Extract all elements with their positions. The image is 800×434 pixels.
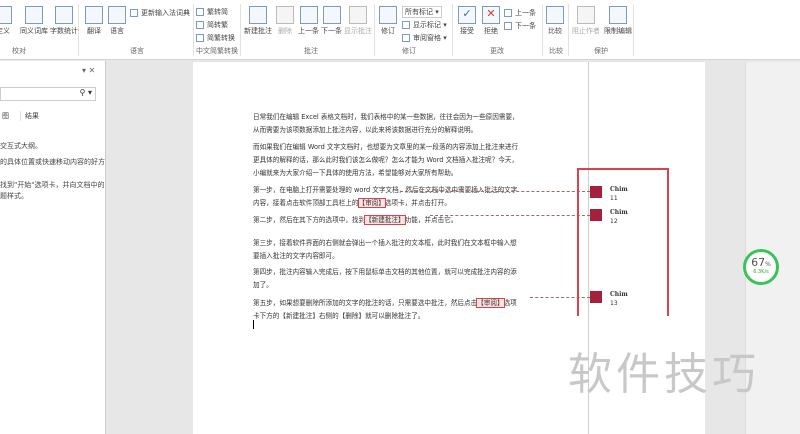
next-comment-button[interactable]: 下一条 (321, 6, 342, 36)
paragraph-1: 日常我们在编辑 Excel 表格文档时，我们表格中的某一些数据，往往会因为一些原… (253, 113, 519, 134)
check-icon: ✓ (458, 6, 476, 24)
delete-comment-button[interactable]: 删除 (276, 6, 294, 36)
compare-icon (546, 6, 564, 24)
block-authors-button[interactable]: 阻止作者 (572, 6, 600, 36)
show-markup-button[interactable]: 显示标记 ▾ (402, 20, 447, 30)
group-label-proofing: 校对 (12, 47, 26, 55)
word-count-button[interactable]: 字数统计 (50, 6, 78, 36)
highlight-review: 【审阅】 (476, 298, 505, 308)
search-icon: ⚲ ▾ (79, 88, 92, 97)
text-cursor (253, 320, 254, 329)
reject-x-icon: ✕ (482, 6, 500, 24)
block-user-icon (577, 6, 595, 24)
step-1: 第一步，在电脑上打开需要处理的 word 文字文档，然后在文档中选中需要插入批注… (253, 186, 518, 208)
convert-icon (196, 34, 204, 42)
define-icon (0, 6, 12, 24)
markup-select[interactable]: 所有标记 ▾ (402, 6, 442, 18)
step-5: 第五步，如果想要删除所添加的文字的批注的话，只需要选中批注，然后点击【审阅】选项… (253, 298, 517, 320)
ribbon: 定义 同义词库 字数统计 校对 翻译 语言 更新输入法词典 语言 繁转简 简转繁… (0, 0, 800, 60)
translate-button[interactable]: 翻译 (85, 6, 103, 36)
new-comment-icon (249, 6, 267, 24)
arrow-left-icon (504, 9, 512, 17)
show-comments-icon (349, 6, 367, 24)
watermark: 软件技巧 (568, 349, 760, 400)
simp-to-trad-button[interactable]: 简转繁 (196, 20, 228, 30)
group-label-comments: 批注 (304, 47, 318, 55)
nav-help-text: 的具体位置或快速移动内容的好方 (0, 158, 105, 166)
user-avatar-icon (590, 186, 602, 198)
trad-to-simp-button[interactable]: 繁转简 (196, 7, 228, 17)
convert-icon (196, 8, 204, 16)
nav-tab-results[interactable]: 结果 (20, 111, 39, 121)
accept-button[interactable]: ✓ 接受 (458, 6, 476, 36)
review-pane-icon (402, 34, 410, 42)
restrict-editing-button[interactable]: 限制编辑 (604, 6, 632, 36)
dictionary-icon (130, 9, 138, 17)
step-3: 第三步，接着软件界面的右侧就会弹出一个插入批注的文本框，此时我们在文本框中输入想… (253, 239, 517, 260)
markup-icon (402, 21, 410, 29)
compare-button[interactable]: 比较 (546, 6, 564, 36)
group-label-compare: 比较 (549, 47, 563, 55)
nav-help-text: 交互式大纲。 (0, 142, 42, 150)
group-label-protect: 保护 (594, 47, 608, 55)
thesaurus-icon (25, 6, 43, 24)
track-changes-icon (379, 6, 397, 24)
navigation-pane: ▾ ✕ ⚲ ▾ 图 结果 交互式大纲。 的具体位置或快速移动内容的好方 找到"开… (0, 61, 106, 434)
user-avatar-icon (590, 291, 602, 303)
arrow-left-icon (299, 6, 318, 24)
review-pane-button[interactable]: 审阅窗格 ▾ (402, 33, 447, 43)
nav-help-text: 题样式。 (0, 192, 28, 200)
show-comments-button[interactable]: 显示批注 (344, 6, 372, 36)
user-avatar-icon (590, 209, 602, 221)
update-ime-button[interactable]: 更新输入法词典 (130, 8, 190, 18)
pane-options-close[interactable]: ▾ ✕ (82, 66, 95, 75)
group-label-tracking: 修订 (402, 47, 416, 55)
abc-123-icon (55, 6, 73, 24)
delete-icon (276, 6, 294, 24)
nav-search-input[interactable]: ⚲ ▾ (0, 87, 96, 101)
convert-button[interactable]: 简繁转换 (196, 33, 235, 43)
group-label-language: 语言 (130, 47, 144, 55)
nav-tab-pages[interactable]: 图 (2, 111, 9, 121)
new-comment-button[interactable]: 新建批注 (244, 6, 272, 36)
track-changes-button[interactable]: 修订 (379, 6, 397, 36)
arrow-right-icon (322, 6, 341, 24)
download-speed: 6.3K/s (753, 269, 769, 275)
paragraph-2: 而如果我们在编辑 Word 文字文档时，也想要为文章里的某一段落的内容添加上批注… (253, 143, 519, 177)
group-label-chinese: 中文简繁转换 (196, 47, 238, 55)
highlight-review: 【审阅】 (357, 198, 386, 208)
language-icon (108, 6, 126, 24)
highlight-new-comment: 【新建批注】 (364, 215, 406, 225)
previous-comment-button[interactable]: 上一条 (298, 6, 319, 36)
next-change-button[interactable]: 下一条 (504, 21, 536, 31)
step-4: 第四步，批注内容输入完成后，按下用鼠标单击文档的其他位置，就可以完成批注内容的添… (253, 268, 517, 289)
arrow-right-icon (504, 22, 512, 30)
previous-change-button[interactable]: 上一条 (504, 8, 536, 18)
comment-connector (430, 215, 590, 216)
lock-document-icon (609, 6, 627, 24)
group-label-changes: 更改 (490, 47, 504, 55)
reject-button[interactable]: ✕ 拒绝 (482, 6, 500, 36)
convert-icon (196, 21, 204, 29)
thesaurus-button[interactable]: 同义词库 (20, 6, 48, 36)
language-button[interactable]: 语言 (108, 6, 126, 36)
translate-icon (85, 6, 103, 24)
network-speed-gauge[interactable]: 67% 6.3K/s (743, 249, 779, 285)
nav-help-text: 找到"开始"选项卡，并向文档中的 (0, 181, 105, 189)
define-button[interactable]: 定义 (0, 6, 12, 36)
comment-connector (400, 191, 590, 192)
